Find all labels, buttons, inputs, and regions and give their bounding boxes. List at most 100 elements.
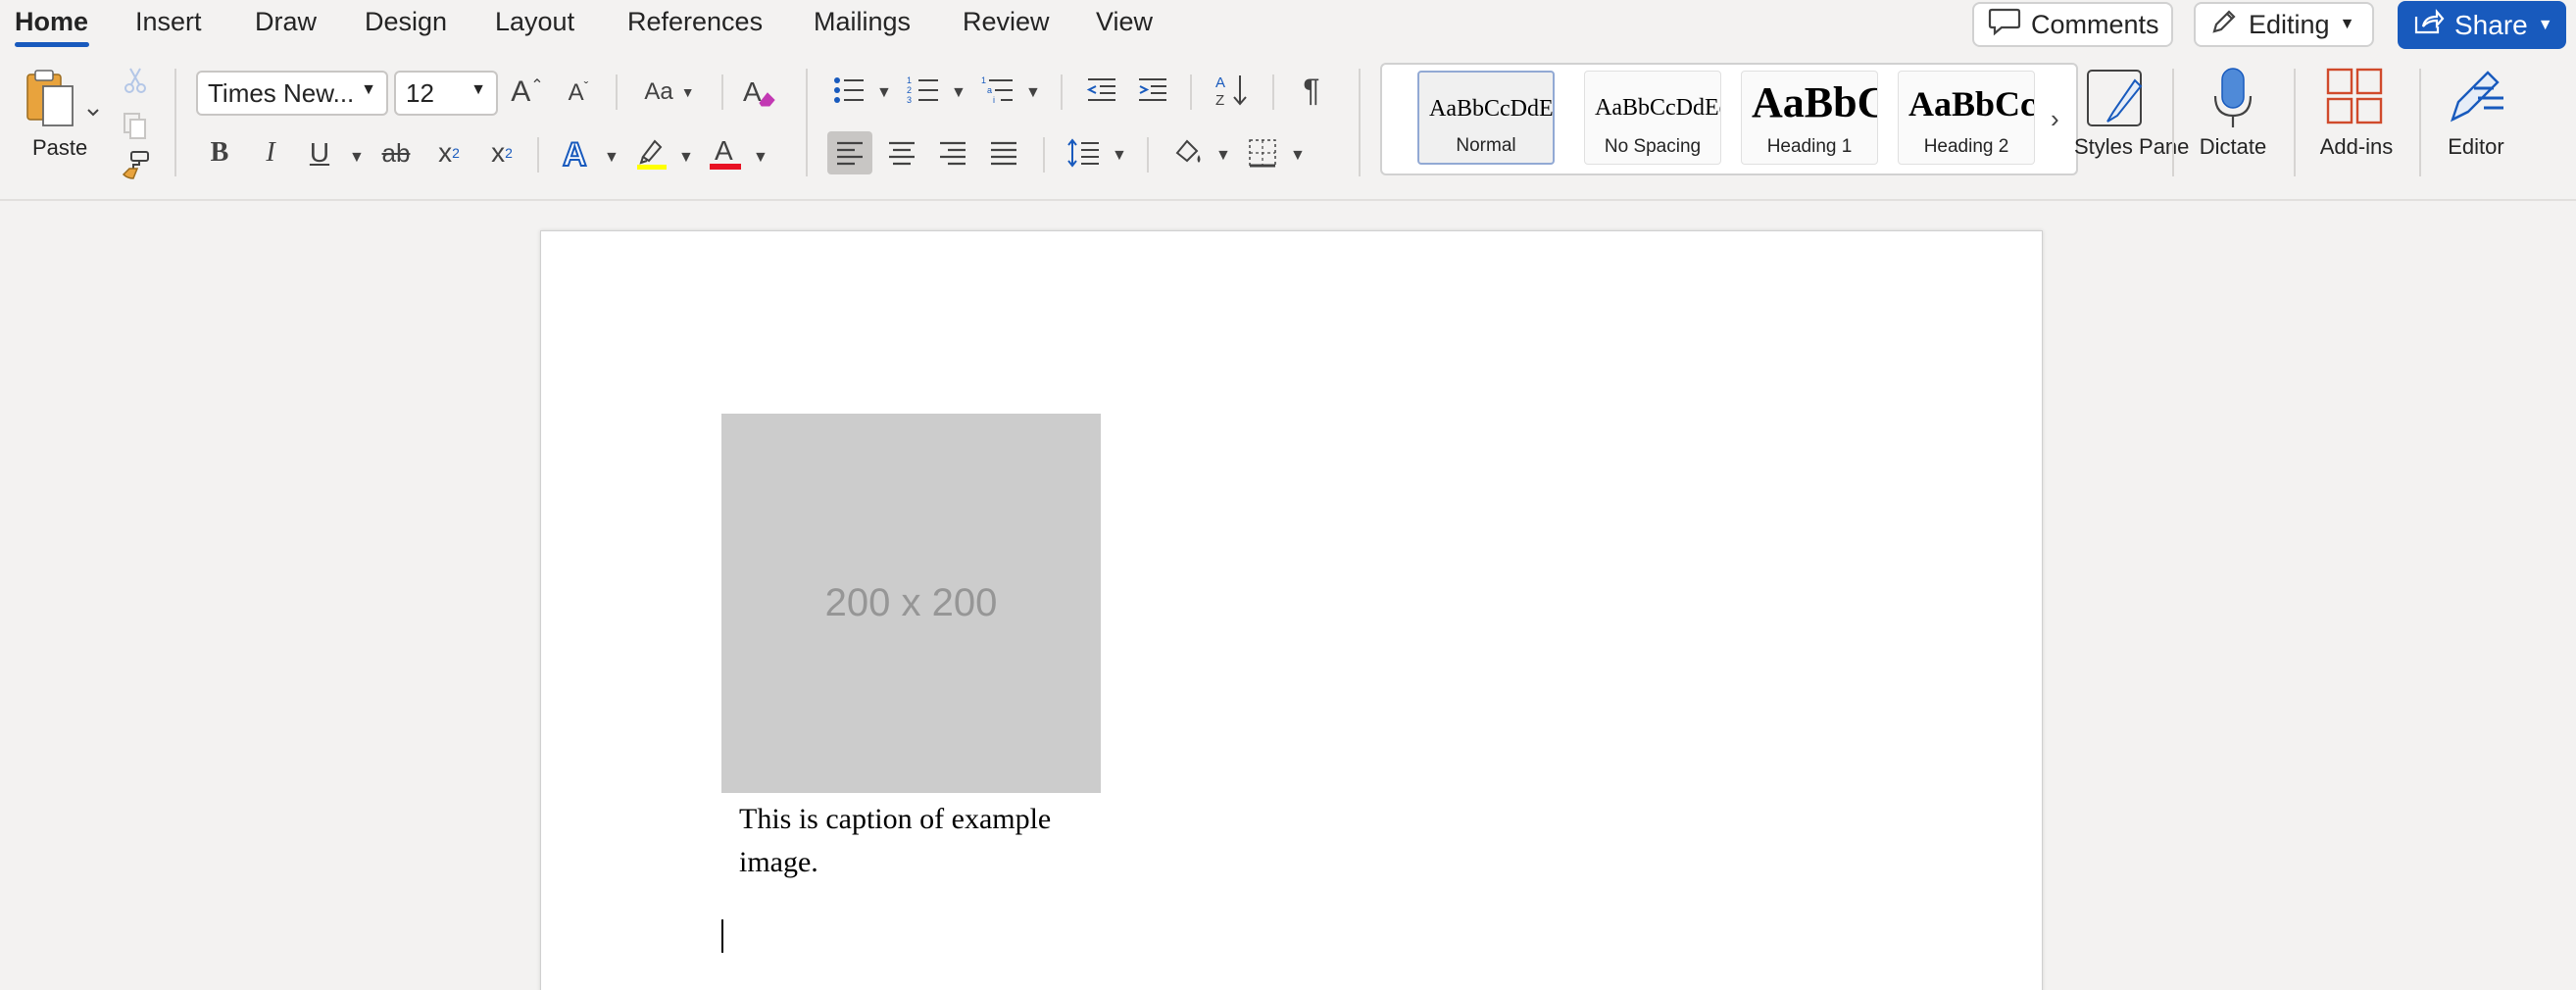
divider [174,69,176,176]
comments-label: Comments [2031,9,2159,39]
style-name: No Spacing [1604,136,1702,157]
editor-label: Editor [2448,134,2504,159]
svg-text:1: 1 [907,75,912,85]
chevron-down-icon[interactable]: ▼ [2538,17,2553,34]
chevron-down-icon[interactable]: ▼ [1215,147,1231,165]
chevron-down-icon[interactable]: ▼ [349,149,365,167]
font-name-dropdown[interactable]: Times New... ▼ [196,71,388,116]
style-sample: AaBbC [1752,78,1878,126]
align-center-icon[interactable] [880,131,923,174]
document-page[interactable]: 200 x 200 This is caption of example ima… [540,230,2043,990]
share-icon [2413,7,2445,43]
divider [1190,74,1192,110]
styles-pane-icon[interactable] [2084,67,2147,129]
shading-icon[interactable] [1166,131,1210,174]
tab-design[interactable]: Design [365,7,447,37]
style-sample: AaBbCcDdEe [1595,95,1721,121]
menu-bar: Home Insert Draw Design Layout Reference… [0,0,2576,49]
underline-button[interactable]: U [302,135,337,171]
bullets-icon[interactable] [829,71,868,110]
microphone-icon[interactable] [2211,67,2254,129]
divider [1043,137,1045,173]
borders-icon[interactable] [1241,131,1284,174]
style-no-spacing[interactable]: AaBbCcDdEe No Spacing [1584,71,1721,165]
pencil-icon [2209,7,2239,43]
subscript-button[interactable]: x2 [431,135,467,171]
divider [2419,69,2421,176]
text-effects-icon[interactable]: A [559,133,596,173]
share-button[interactable]: Share ▼ [2398,1,2566,49]
align-right-icon[interactable] [931,131,974,174]
superscript-button[interactable]: x2 [484,135,520,171]
editing-label: Editing [2249,9,2330,39]
copy-icon[interactable] [118,108,153,143]
styles-pane-label: Styles Pane [2074,134,2190,159]
comments-button[interactable]: Comments [1972,2,2173,47]
decrease-indent-icon[interactable] [1082,71,1121,110]
tab-insert[interactable]: Insert [135,7,202,37]
ribbon: Paste Times New... ▼ 12 ▼ A⌃ Aˇ Aa ▼ A B… [0,49,2576,201]
tab-review[interactable]: Review [963,7,1050,37]
style-normal[interactable]: AaBbCcDdEe Normal [1417,71,1555,165]
bold-button[interactable]: B [202,135,237,171]
divider [1272,74,1274,110]
chevron-down-icon[interactable]: ▼ [753,149,768,167]
strikethrough-button[interactable]: ab [376,135,416,171]
chevron-down-icon[interactable]: ▼ [1025,84,1041,102]
divider [806,69,808,176]
chevron-down-icon: ▼ [2339,16,2355,32]
tab-view[interactable]: View [1096,7,1153,37]
increase-indent-icon[interactable] [1133,71,1172,110]
dictate-label: Dictate [2199,134,2267,159]
image-placeholder[interactable]: 200 x 200 [721,414,1101,793]
svg-text:3: 3 [907,95,912,105]
highlight-color-icon[interactable] [633,133,672,173]
divider [721,74,723,110]
tab-mailings[interactable]: Mailings [814,7,911,37]
grow-font-icon[interactable]: A⌃ [508,73,547,112]
clear-formatting-icon[interactable]: A [737,71,780,114]
format-painter-icon[interactable] [118,147,153,182]
editing-mode-button[interactable]: Editing ▼ [2194,2,2374,47]
svg-text:Z: Z [1215,92,1224,109]
share-label: Share [2454,9,2528,40]
svg-text:2: 2 [907,85,912,95]
cut-icon[interactable] [118,63,153,98]
image-caption[interactable]: This is caption of example image. [739,798,1112,884]
change-case-button[interactable]: Aa ▼ [635,73,704,112]
addins-icon[interactable] [2325,67,2384,125]
divider [1147,137,1149,173]
font-color-icon[interactable]: A [706,131,745,173]
chevron-down-icon[interactable]: ▼ [951,84,966,102]
tab-home[interactable]: Home [15,7,88,37]
chevron-down-icon[interactable]: ▼ [1112,147,1127,165]
line-spacing-icon[interactable] [1063,131,1106,174]
style-heading-2[interactable]: AaBbCc Heading 2 [1898,71,2035,165]
style-heading-1[interactable]: AaBbC Heading 1 [1741,71,1878,165]
chevron-down-icon[interactable]: ▼ [678,149,694,167]
show-formatting-marks-icon[interactable]: ¶ [1292,71,1331,110]
chevron-down-icon[interactable]: ▼ [604,149,619,167]
multilevel-list-icon[interactable]: 1ai [978,71,1017,110]
shrink-font-icon[interactable]: Aˇ [559,73,598,112]
justify-icon[interactable] [982,131,1025,174]
chevron-down-icon[interactable]: ▼ [876,84,892,102]
paste-button[interactable] [22,69,100,129]
svg-text:i: i [993,95,995,105]
tab-draw[interactable]: Draw [255,7,317,37]
superscript-label: x [491,137,506,168]
font-size-dropdown[interactable]: 12 ▼ [394,71,498,116]
document-canvas: 200 x 200 This is caption of example ima… [0,201,2576,990]
font-name-value: Times New... [208,77,355,108]
chevron-right-icon[interactable]: › [2051,104,2059,134]
tab-layout[interactable]: Layout [495,7,574,37]
sort-icon[interactable]: AZ [1212,69,1255,112]
svg-text:A: A [715,135,733,166]
tab-references[interactable]: References [627,7,763,37]
image-placeholder-text: 200 x 200 [824,581,998,624]
editor-icon[interactable] [2445,65,2507,127]
numbering-icon[interactable]: 123 [904,71,943,110]
align-left-icon[interactable] [827,131,872,174]
italic-button[interactable]: I [253,135,288,171]
chevron-down-icon[interactable]: ▼ [1290,147,1306,165]
